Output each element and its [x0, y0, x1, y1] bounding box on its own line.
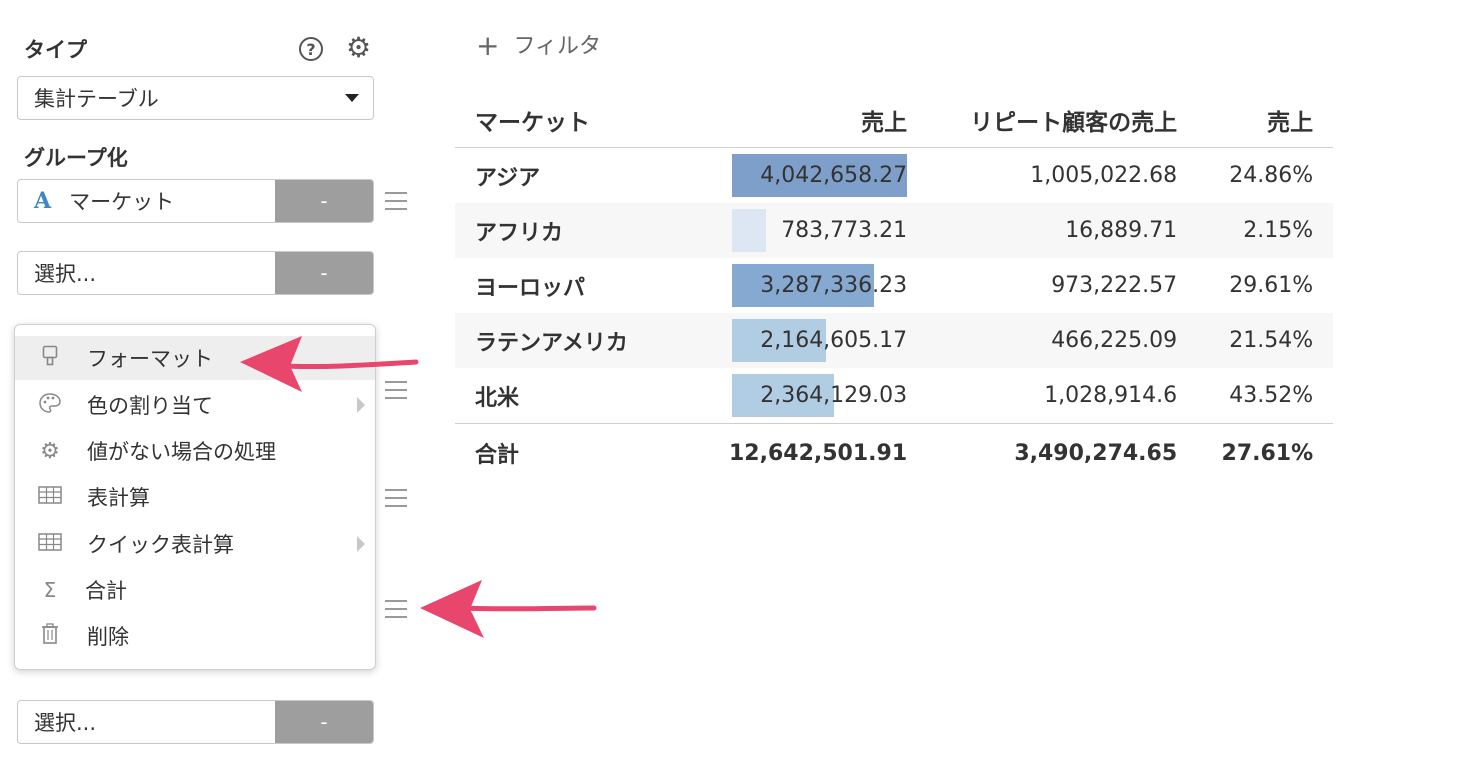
menu-item-label: クイック表計算	[87, 533, 234, 557]
paint-brush-icon	[37, 345, 63, 372]
menu-item-label: フォーマット	[87, 347, 213, 371]
gear-icon: ⚙	[40, 438, 60, 464]
total-label: 合計	[455, 423, 709, 482]
palette-icon	[37, 392, 63, 419]
remove-field-button[interactable]: -	[275, 701, 373, 743]
table-icon	[37, 485, 63, 509]
menu-item-label: 表計算	[87, 486, 150, 510]
group-by-label: グループ化	[24, 146, 128, 170]
table-icon	[37, 532, 63, 556]
menu-item-missing-values[interactable]: ⚙ 値がない場合の処理	[15, 429, 375, 473]
select-field: 選択... -	[17, 251, 374, 295]
sales-cell: 4,042,658.27	[709, 148, 927, 204]
plus-icon: +	[476, 29, 500, 62]
field-menu-icon[interactable]	[385, 381, 407, 399]
market-cell: ラテンアメリカ	[455, 313, 709, 368]
help-icon[interactable]: ?	[299, 37, 323, 61]
annotation-arrow	[420, 580, 597, 638]
menu-item-label: 削除	[87, 625, 129, 649]
select-field: 選択... -	[17, 700, 374, 744]
sales-value: 3,287,336.23	[760, 273, 908, 298]
menu-item-label: 合計	[85, 579, 127, 603]
text-type-icon: A	[34, 188, 52, 214]
field-menu-icon[interactable]	[385, 600, 407, 618]
column-header-repeat-sales[interactable]: リピート顧客の売上	[927, 92, 1198, 148]
repeat-sales-cell: 466,225.09	[927, 313, 1198, 368]
menu-item-table-calc[interactable]: 表計算	[15, 475, 375, 519]
percent-cell: 2.15%	[1197, 203, 1334, 258]
percent-cell: 24.86%	[1229, 163, 1314, 188]
percent-cell: 29.61%	[1229, 273, 1314, 298]
percent-cell: 21.54%	[1197, 313, 1334, 368]
percent-cell: 43.52%	[1229, 383, 1314, 408]
type-label: タイプ	[24, 38, 87, 62]
total-sales: 12,642,501.91	[709, 423, 928, 482]
sales-cell: 783,773.21	[709, 203, 928, 258]
table-row: アフリカ 783,773.21 16,889.71 2.15%	[455, 203, 1334, 258]
table-row: ラテンアメリカ 2,164,605.17 466,225.09 21.54%	[455, 313, 1334, 368]
summary-table: マーケット 売上 リピート顧客の売上 売上 アジア 4,042,658.27 1,0…	[455, 92, 1334, 482]
menu-item-total[interactable]: Σ 合計	[15, 568, 375, 612]
sales-value: 2,364,129.03	[760, 383, 908, 408]
field-menu-icon[interactable]	[385, 489, 407, 507]
column-header-sales-percent[interactable]: 売上	[1197, 92, 1334, 148]
chevron-down-icon	[345, 94, 359, 102]
sales-cell: 3,287,336.23	[709, 258, 927, 313]
remove-field-button[interactable]: -	[275, 252, 373, 294]
field-menu-icon[interactable]	[385, 192, 407, 210]
column-header-sales[interactable]: 売上	[709, 92, 928, 148]
sigma-icon: Σ	[43, 578, 57, 602]
group-field-market: A マーケット -	[17, 179, 374, 223]
add-filter-button[interactable]: + フィルタ	[476, 28, 601, 62]
trash-icon	[37, 622, 63, 650]
sales-cell: 2,364,129.03	[709, 368, 927, 424]
market-cell: 北米	[475, 385, 520, 411]
total-percent: 27.61%	[1197, 423, 1334, 482]
market-cell: アフリカ	[455, 203, 709, 258]
column-header-market[interactable]: マーケット	[455, 92, 709, 148]
sales-bar	[732, 209, 767, 252]
menu-item-color-assign[interactable]: 色の割り当て	[15, 383, 375, 427]
table-header-row: マーケット 売上 リピート顧客の売上 売上	[455, 92, 1334, 148]
table-row: アジア 4,042,658.27 1,005,022.68 24.86%	[455, 148, 1333, 204]
chevron-right-icon	[357, 536, 365, 552]
filter-label: フィルタ	[513, 34, 602, 59]
sales-cell: 2,164,605.17	[709, 313, 928, 368]
repeat-sales-cell: 16,889.71	[927, 203, 1198, 258]
repeat-sales-cell: 1,028,914.6	[1044, 383, 1178, 408]
remove-field-button[interactable]: -	[275, 180, 373, 222]
chart-type-select[interactable]: 集計テーブル	[17, 76, 374, 120]
chart-type-value: 集計テーブル	[34, 87, 159, 111]
gear-icon[interactable]: ⚙	[346, 34, 371, 62]
group-field-value[interactable]: A マーケット	[18, 180, 275, 222]
menu-item-delete[interactable]: 削除	[15, 614, 375, 658]
market-cell: アジア	[475, 165, 541, 191]
total-repeat-sales: 3,490,274.65	[927, 423, 1198, 482]
market-cell: ヨーロッパ	[475, 275, 586, 301]
menu-item-quick-table-calc[interactable]: クイック表計算	[15, 522, 375, 566]
menu-item-label: 値がない場合の処理	[87, 440, 276, 464]
help-glyph: ?	[306, 39, 316, 59]
chevron-right-icon	[357, 397, 365, 413]
menu-item-label: 色の割り当て	[87, 394, 213, 418]
field-context-menu: フォーマット 色の割り当て ⚙ 値がない場合の処理 表計算 クイック表計算 Σ …	[14, 324, 376, 670]
sales-value: 783,773.21	[781, 218, 908, 243]
group-field-label: マーケット	[69, 190, 175, 214]
sales-value: 4,042,658.27	[760, 163, 908, 188]
select-field-value[interactable]: 選択...	[18, 252, 275, 294]
repeat-sales-cell: 973,222.57	[1051, 273, 1178, 298]
repeat-sales-cell: 1,005,022.68	[1030, 163, 1178, 188]
sales-value: 2,164,605.17	[760, 328, 908, 353]
total-row: 合計 12,642,501.91 3,490,274.65 27.61%	[455, 423, 1334, 482]
menu-item-format[interactable]: フォーマット	[15, 336, 375, 380]
table-row: 北米 2,364,129.03 1,028,914.6 43.52%	[455, 368, 1333, 424]
table-row: ヨーロッパ 3,287,336.23 973,222.57 29.61%	[455, 258, 1333, 313]
select-field-value[interactable]: 選択...	[18, 701, 275, 743]
